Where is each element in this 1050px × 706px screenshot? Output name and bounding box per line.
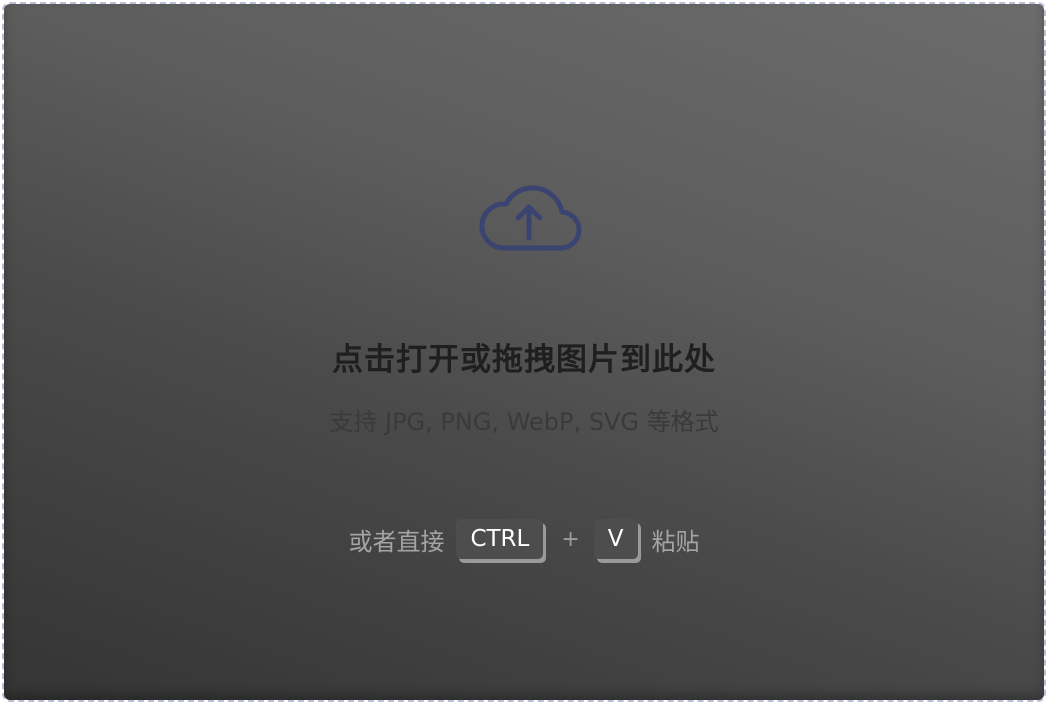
ctrl-key-badge: CTRL — [456, 519, 544, 559]
v-key-badge: V — [593, 519, 638, 559]
paste-hint-prefix: 或者直接 — [348, 527, 445, 556]
paste-hint-suffix: 粘贴 — [651, 527, 700, 556]
cloud-upload-icon — [474, 176, 582, 258]
plus-sign: + — [561, 526, 580, 552]
paste-hint: 或者直接 CTRL + V 粘贴 — [4, 516, 1044, 562]
image-dropzone[interactable]: 点击打开或拖拽图片到此处 支持 JPG, PNG, WebP, SVG 等格式 … — [2, 2, 1046, 702]
dropzone-title: 点击打开或拖拽图片到此处 — [332, 342, 716, 378]
supported-formats-text: 支持 JPG, PNG, WebP, SVG 等格式 — [329, 408, 719, 436]
